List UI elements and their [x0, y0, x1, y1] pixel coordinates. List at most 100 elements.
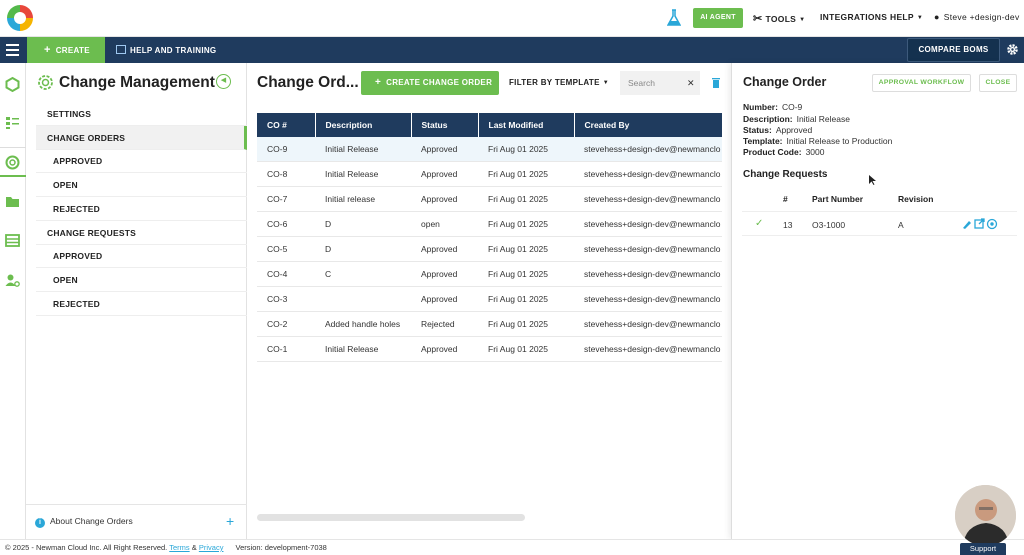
sidebar-item-cr-rejected[interactable]: REJECTED [36, 292, 247, 316]
created-by-cell: stevehess+design-dev@newmanclo [574, 286, 722, 312]
open-external-icon[interactable] [974, 218, 985, 229]
help-menu[interactable]: HELP ▼ [890, 12, 923, 22]
sidebar-item-change-requests[interactable]: CHANGE REQUESTS [36, 221, 247, 245]
table-row[interactable]: CO-3 Approved Fri Aug 01 2025 stevehess+des… [257, 286, 722, 312]
about-change-orders-link[interactable]: i About Change Orders [35, 516, 133, 528]
check-icon: ✓ [755, 218, 764, 229]
column-header-created-by[interactable]: Created By [574, 113, 723, 137]
last-modified-cell: Fri Aug 01 2025 [478, 236, 574, 262]
terms-link[interactable]: Terms [169, 543, 189, 552]
flask-icon[interactable] [667, 9, 681, 27]
tree-list-icon[interactable] [4, 114, 21, 131]
last-modified-cell: Fri Aug 01 2025 [478, 336, 574, 362]
created-by-cell: stevehess+design-dev@newmanclo [574, 311, 722, 337]
footer: © 2025 - Newman Cloud Inc. All Right Res… [0, 539, 1024, 555]
ai-agent-button[interactable]: AI AGENT [693, 8, 743, 28]
column-header-status[interactable]: Status [411, 113, 479, 137]
sidebar-item-cr-open[interactable]: OPEN [36, 268, 247, 292]
table-header-row: CO # Description Status Last Modified Cr… [257, 113, 723, 137]
column-header-last-modified[interactable]: Last Modified [478, 113, 575, 137]
gear-icon[interactable] [1006, 43, 1019, 56]
sidebar-item-settings[interactable]: SETTINGS [36, 102, 247, 126]
integrations-link[interactable]: INTEGRATIONS [820, 12, 887, 22]
rail-active-item[interactable] [0, 147, 26, 177]
create-label: CREATE [55, 46, 90, 55]
column-header-description[interactable]: Description [315, 113, 412, 137]
clear-search-icon[interactable]: ✕ [687, 78, 695, 89]
table-row[interactable]: CO-8 Initial Release Approved Fri Aug 01 20… [257, 161, 722, 188]
description-cell [315, 286, 411, 312]
co-number-cell: CO-9 [257, 137, 315, 163]
tools-menu[interactable]: ✂ TOOLS ▼ [753, 12, 805, 25]
last-modified-cell: Fri Aug 01 2025 [478, 137, 574, 163]
table-row[interactable]: CO-5 D Approved Fri Aug 01 2025 stevehess+de… [257, 236, 722, 262]
co-number-cell: CO-6 [257, 211, 315, 238]
close-button[interactable]: CLOSE [979, 74, 1017, 92]
approval-workflow-button[interactable]: APPROVAL WORKFLOW [872, 74, 971, 92]
support-button[interactable]: Support [960, 543, 1006, 555]
detail-template: Template: Initial Release to Production [743, 136, 892, 146]
folder-icon[interactable] [4, 193, 21, 210]
info-icon: i [35, 518, 45, 528]
create-change-order-button[interactable]: + CREATE CHANGE ORDER [361, 71, 499, 95]
sidebar-item-co-open[interactable]: OPEN [36, 173, 247, 197]
view-icon[interactable] [986, 218, 998, 230]
field-value: CO-9 [781, 102, 803, 112]
app-logo[interactable] [7, 5, 33, 31]
sidebar-item-co-rejected[interactable]: REJECTED [36, 197, 247, 221]
sidebar-item-change-orders[interactable]: CHANGE ORDERS [36, 126, 247, 150]
description-cell: D [315, 211, 411, 238]
create-button[interactable]: + CREATE [27, 37, 105, 63]
status-cell: Rejected [411, 311, 478, 337]
presenter-video-icon [955, 485, 1016, 546]
trash-icon[interactable] [712, 77, 720, 88]
table-row[interactable]: CO-2 Added handle holes Rejected Fri Aug 01… [257, 311, 722, 337]
description-cell: Initial Release [315, 161, 411, 188]
detail-title: Change Order [743, 75, 827, 89]
field-value: Initial Release to Production [786, 136, 893, 146]
privacy-link[interactable]: Privacy [199, 543, 224, 552]
table-row[interactable]: CO-4 C Approved Fri Aug 01 2025 stevehess+de… [257, 261, 722, 287]
last-modified-cell: Fri Aug 01 2025 [478, 286, 574, 312]
plus-icon: + [375, 77, 382, 88]
description-cell: Added handle holes [315, 311, 411, 337]
compare-boms-button[interactable]: COMPARE BOMS [907, 38, 1000, 62]
co-number-cell: CO-1 [257, 336, 315, 362]
user-settings-icon[interactable] [4, 272, 21, 289]
sidebar-item-co-approved[interactable]: APPROVED [36, 149, 247, 173]
about-label: About Change Orders [50, 516, 133, 526]
table-icon[interactable] [4, 232, 21, 249]
add-icon[interactable]: + [226, 513, 234, 529]
edit-icon[interactable] [963, 221, 971, 229]
tools-icon: ✂ [753, 13, 763, 25]
nav-bar: + CREATE HELP AND TRAINING COMPARE BOMS [0, 37, 1024, 63]
status-cell: Approved [411, 286, 478, 312]
table-row[interactable]: CO-1 Initial Release Approved Fri Aug 01 20… [257, 336, 722, 362]
cr-number: 13 [783, 220, 793, 230]
home-icon[interactable] [4, 76, 21, 93]
change-management-sidebar: Change Management ◀ SETTINGS CHANGE ORDE… [26, 63, 247, 539]
change-request-row[interactable]: ✓ 13 O3-1000 A [742, 211, 1017, 236]
menu-icon[interactable] [6, 44, 19, 56]
status-cell: Approved [411, 336, 478, 362]
column-header-co-number[interactable]: CO # [257, 113, 316, 137]
filter-by-template-dropdown[interactable]: FILTER BY TEMPLATE ▼ [509, 78, 609, 87]
description-cell: Initial Release [315, 336, 411, 362]
help-label: HELP [890, 12, 914, 22]
table-row[interactable]: CO-6 Dopen Fri Aug 01 2025 stevehess+design… [257, 211, 722, 238]
change-order-detail-panel: Change Order APPROVAL WORKFLOW CLOSE Num… [731, 63, 1024, 539]
status-cell: Approved [411, 186, 478, 213]
user-menu[interactable]: ● Steve +design-dev [934, 12, 1020, 22]
horizontal-scrollbar[interactable] [257, 514, 525, 521]
sidebar-item-cr-approved[interactable]: APPROVED [36, 244, 247, 268]
last-modified-cell: Fri Aug 01 2025 [478, 186, 574, 213]
cr-column-part-number: Part Number [812, 194, 864, 204]
sidebar-title: Change Management [59, 74, 215, 91]
co-number-cell: CO-7 [257, 186, 315, 213]
collapse-sidebar-icon[interactable]: ◀ [216, 74, 231, 89]
help-and-training-link[interactable]: HELP AND TRAINING [116, 45, 216, 55]
table-row[interactable]: CO-7 Initial release Approved Fri Aug 01 20… [257, 186, 722, 213]
user-name: Steve +design-dev [943, 12, 1020, 22]
table-row[interactable]: CO-9 Initial Release Approved Fri Aug 01 20… [257, 137, 722, 163]
filter-label: FILTER BY TEMPLATE [509, 78, 600, 87]
